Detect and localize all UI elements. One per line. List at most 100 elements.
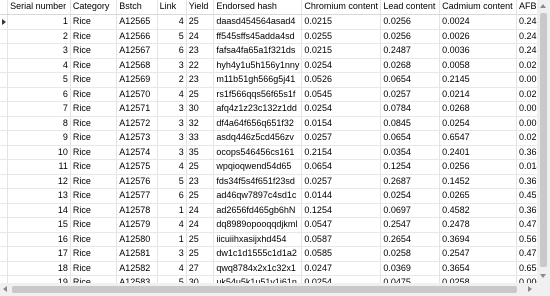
row-selector[interactable]: [0, 159, 9, 175]
cell-endorsed-hash[interactable]: ad46qw7897c4sd1c: [213, 188, 303, 204]
cell-serial-number[interactable]: 7: [7, 101, 71, 117]
cell-yield[interactable]: 33: [186, 130, 215, 146]
column-header-category[interactable]: Category: [70, 0, 118, 15]
cell-batch[interactable]: A12569: [116, 72, 158, 88]
cell-link[interactable]: 4: [157, 261, 187, 276]
table-row[interactable]: 15 Rice A12579 4 24 dq8989opooqqdjkml 0.0547 0.…: [0, 217, 550, 233]
cell-cadmium-content[interactable]: 0.0268: [439, 101, 517, 117]
cell-batch[interactable]: A12566: [116, 29, 158, 44]
row-selector[interactable]: [0, 203, 9, 218]
table-row[interactable]: 8 Rice A12572 3 32 df4a64f656q651f32 0.0154 0.0…: [0, 116, 550, 131]
cell-yield[interactable]: 25: [186, 159, 215, 175]
cell-category[interactable]: Rice: [70, 217, 118, 233]
cell-batch[interactable]: A12581: [116, 246, 158, 262]
cell-serial-number[interactable]: 11: [7, 159, 71, 175]
cell-link[interactable]: 4: [157, 159, 187, 175]
cell-endorsed-hash[interactable]: afq4z1z23c132z1dd: [213, 101, 303, 117]
cell-serial-number[interactable]: 5: [7, 72, 71, 88]
cell-yield[interactable]: 23: [186, 174, 215, 189]
cell-lead-content[interactable]: 0.0369: [380, 261, 441, 276]
row-selector[interactable]: [0, 116, 9, 131]
column-header-endorsed-hash[interactable]: Endorsed hash: [213, 0, 303, 15]
cell-batch[interactable]: A12570: [116, 87, 158, 102]
cell-cadmium-content[interactable]: 0.0214: [439, 87, 517, 102]
cell-category[interactable]: Rice: [70, 29, 118, 44]
row-selector[interactable]: [0, 217, 9, 233]
cell-chromium-content[interactable]: 0.0247: [301, 261, 382, 276]
cell-yield[interactable]: 25: [186, 188, 215, 204]
cell-serial-number[interactable]: 14: [7, 203, 71, 218]
cell-chromium-content[interactable]: 0.2154: [301, 145, 382, 160]
table-row[interactable]: 18 Rice A12582 4 27 qwq8784x2x1c32x1 0.0247 0.0…: [0, 261, 550, 276]
row-selector[interactable]: [0, 261, 9, 276]
row-selector[interactable]: [0, 101, 9, 117]
cell-lead-content[interactable]: 0.0257: [380, 87, 441, 102]
cell-batch[interactable]: A12578: [116, 203, 158, 218]
cell-endorsed-hash[interactable]: asdq446z5cd456zv: [213, 130, 303, 146]
table-row[interactable]: 16 Rice A12580 1 25 iicuiihxasijxhd454 0.0587 0…: [0, 232, 550, 247]
cell-cadmium-content[interactable]: 0.1452: [439, 174, 517, 189]
cell-link[interactable]: 3: [157, 130, 187, 146]
cell-link[interactable]: 1: [157, 232, 187, 247]
table-row[interactable]: 2 Rice A12566 5 24 ff545sffs45adda4sd 0.0255 0.…: [0, 29, 550, 44]
cell-link[interactable]: 3: [157, 116, 187, 131]
table-row[interactable]: 7 Rice A12571 3 30 afq4z1z23c132z1dd 0.0254 0.0…: [0, 101, 550, 117]
cell-endorsed-hash[interactable]: df4a64f656q651f32: [213, 116, 303, 131]
cell-cadmium-content[interactable]: 0.2547: [439, 246, 517, 262]
cell-lead-content[interactable]: 0.0654: [380, 130, 441, 146]
cell-serial-number[interactable]: 2: [7, 29, 71, 44]
cell-link[interactable]: 4: [157, 217, 187, 233]
cell-batch[interactable]: A12575: [116, 159, 158, 175]
cell-yield[interactable]: 25: [186, 87, 215, 102]
row-selector[interactable]: [0, 145, 9, 160]
cell-endorsed-hash[interactable]: dq8989opooqqdjkml: [213, 217, 303, 233]
column-header-chromium-content[interactable]: Chromium content: [301, 0, 382, 15]
row-selector[interactable]: [0, 188, 9, 204]
cell-lead-content[interactable]: 0.0845: [380, 116, 441, 131]
table-row[interactable]: 14 Rice A12578 1 24 ad2656fd465gb6hN 0.1254 0.0…: [0, 203, 550, 218]
cell-batch[interactable]: A12579: [116, 217, 158, 233]
table-row[interactable]: 3 Rice A12567 6 23 fafsa4fa65a1f321ds 0.0215 0.…: [0, 43, 550, 59]
scroll-down-arrow-icon[interactable]: [540, 274, 546, 278]
cell-endorsed-hash[interactable]: daasd454564asad4: [213, 14, 303, 30]
cell-link[interactable]: 5: [157, 174, 187, 189]
cell-category[interactable]: Rice: [70, 159, 118, 175]
cell-cadmium-content[interactable]: 0.0024: [439, 14, 517, 30]
cell-chromium-content[interactable]: 0.0144: [301, 188, 382, 204]
cell-endorsed-hash[interactable]: hyh4y1u5h156y1nny: [213, 58, 303, 73]
cell-category[interactable]: Rice: [70, 203, 118, 218]
column-header-link[interactable]: Link: [157, 0, 187, 15]
cell-serial-number[interactable]: 16: [7, 232, 71, 247]
horizontal-scroll-thumb[interactable]: [12, 286, 517, 293]
cell-yield[interactable]: 25: [186, 246, 215, 262]
cell-batch[interactable]: A12577: [116, 188, 158, 204]
scroll-up-arrow-icon[interactable]: [540, 4, 546, 8]
cell-link[interactable]: 6: [157, 188, 187, 204]
cell-lead-content[interactable]: 0.2487: [380, 43, 441, 59]
cell-yield[interactable]: 32: [186, 116, 215, 131]
column-header-batch[interactable]: Bstch: [116, 0, 158, 15]
horizontal-scrollbar[interactable]: [0, 283, 537, 296]
cell-cadmium-content[interactable]: 0.2478: [439, 217, 517, 233]
cell-yield[interactable]: 35: [186, 145, 215, 160]
cell-serial-number[interactable]: 12: [7, 174, 71, 189]
cell-serial-number[interactable]: 13: [7, 188, 71, 204]
cell-chromium-content[interactable]: 0.0254: [301, 58, 382, 73]
row-selector[interactable]: [0, 246, 9, 262]
cell-yield[interactable]: 23: [186, 43, 215, 59]
column-header-yield[interactable]: Yield: [186, 0, 215, 15]
cell-cadmium-content[interactable]: 0.0026: [439, 29, 517, 44]
cell-link[interactable]: 4: [157, 14, 187, 30]
cell-yield[interactable]: 30: [186, 101, 215, 117]
table-row[interactable]: 10 Rice A12574 3 35 ocops546456cs161 0.2154 0.0…: [0, 145, 550, 160]
cell-endorsed-hash[interactable]: dw1c1d1555c1d1a2: [213, 246, 303, 262]
cell-category[interactable]: Rice: [70, 101, 118, 117]
cell-chromium-content[interactable]: 0.0526: [301, 72, 382, 88]
cell-yield[interactable]: 24: [186, 217, 215, 233]
cell-serial-number[interactable]: 6: [7, 87, 71, 102]
cell-link[interactable]: 3: [157, 101, 187, 117]
cell-chromium-content[interactable]: 0.0257: [301, 130, 382, 146]
cell-endorsed-hash[interactable]: rs1f566qqs56f65s1f: [213, 87, 303, 102]
cell-yield[interactable]: 25: [186, 232, 215, 247]
cell-lead-content[interactable]: 0.0654: [380, 72, 441, 88]
